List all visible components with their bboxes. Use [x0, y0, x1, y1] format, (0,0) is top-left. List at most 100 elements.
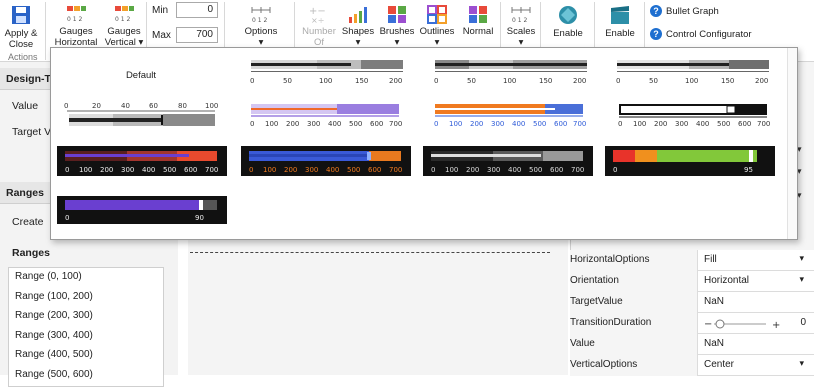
gallery-item-gauge-6[interactable]: 0 100 200 300 400 500 600 700 [247, 102, 407, 130]
tick-label: 700 [573, 120, 586, 128]
list-item[interactable]: Range (200, 300) [9, 307, 163, 327]
options-button[interactable]: 0 1 2 Options ▾ [236, 0, 286, 48]
svg-text:×÷: ×÷ [311, 16, 324, 24]
tick-label: 0 [431, 166, 435, 174]
tick-label: 600 [550, 166, 563, 174]
property-row[interactable]: VerticalOptions Center ▾ [570, 355, 814, 376]
apply-close-button[interactable]: Apply & Close [2, 0, 40, 50]
tick-label: 700 [205, 166, 218, 174]
shapes-button[interactable]: Shapes ▾ [340, 0, 376, 48]
property-row[interactable]: Value NaN [570, 334, 814, 355]
gallery-item-gauge-13[interactable]: 0 90 [57, 196, 227, 224]
list-item[interactable]: Range (100, 200) [9, 288, 163, 308]
tick-label: 50 [283, 77, 292, 85]
tick-label: 40 [121, 102, 130, 110]
svg-text:−: − [704, 319, 712, 330]
tick-label: 600 [368, 166, 381, 174]
gallery-item-gauge-8[interactable]: 0 100 200 300 400 500 600 700 [615, 102, 775, 130]
gallery-item-gauge-3[interactable]: 0 50 100 150 200 [431, 58, 591, 86]
tick-label: 100 [79, 166, 92, 174]
tick-label: 0 [65, 166, 69, 174]
list-item[interactable]: Range (300, 400) [9, 327, 163, 347]
enable-transition-button[interactable]: Enable [600, 0, 640, 39]
tick-label: 700 [389, 166, 402, 174]
tick-label: 400 [328, 120, 341, 128]
scales-button[interactable]: 0 1 2 Scales ▾ [504, 0, 538, 48]
gauge-horizontal-icon: 0 1 2 [67, 6, 86, 23]
gallery-item-gauge-2[interactable]: 0 50 100 150 200 [247, 58, 407, 86]
tick-label: 200 [466, 166, 479, 174]
gallery-item-gauge-7[interactable]: 0 100 200 300 400 500 600 700 [431, 102, 591, 130]
chevron-down-icon[interactable]: ▾ [799, 358, 804, 369]
min-field[interactable]: 0 [176, 2, 218, 18]
shapes-icon [349, 7, 367, 23]
tick-label: 100 [319, 77, 332, 85]
svg-text:0 1 2: 0 1 2 [67, 16, 82, 23]
property-row[interactable]: TargetValue NaN [570, 292, 814, 313]
tick-label: 600 [370, 120, 383, 128]
gauges-vertical-button[interactable]: 0 1 2 Gauges Vertical ▾ [104, 0, 144, 48]
tick-label: 200 [654, 120, 667, 128]
gallery-item-gauge-9[interactable]: 0 100 200 300 400 500 600 700 [57, 146, 227, 176]
scales-icon: 0 1 2 [511, 7, 531, 24]
tick-label: 600 [184, 166, 197, 174]
tick-label: 0 [618, 120, 622, 128]
bullet-graph-link[interactable]: ? Bullet Graph [650, 5, 719, 17]
property-name: TargetValue [570, 296, 623, 307]
tick-label: 150 [721, 77, 734, 85]
chevron-down-icon[interactable]: ▾ [799, 274, 804, 285]
outlines-button[interactable]: Outlines ▾ [418, 0, 456, 48]
actions-group-label: Actions [8, 52, 38, 62]
gallery-item-gauge-5[interactable]: 0 20 40 60 80 100 [63, 100, 223, 130]
plus-minus-icon: +−×÷ [309, 6, 326, 24]
tick-label: 300 [121, 166, 134, 174]
tick-label: 150 [355, 77, 368, 85]
tick-label: 300 [307, 120, 320, 128]
tick-label: 200 [286, 120, 299, 128]
tick-label: 20 [92, 102, 101, 110]
tick-label: 400 [512, 120, 525, 128]
tick-label: 80 [178, 102, 187, 110]
control-configurator-link[interactable]: ? Control Configurator [650, 28, 752, 40]
list-item[interactable]: Range (500, 600) [9, 366, 163, 386]
gauge-vertical-icon: 0 1 2 [115, 6, 134, 23]
tick-label: 0 [434, 77, 438, 85]
enable-animation-button[interactable]: Enable [548, 0, 588, 39]
number-of-button[interactable]: +− ×÷ Number Of [298, 0, 340, 48]
tick-label: 200 [389, 77, 402, 85]
brushes-button[interactable]: Brushes ▾ [378, 0, 416, 48]
help-icon: ? [650, 5, 662, 17]
max-field[interactable]: 700 [176, 27, 218, 43]
list-item[interactable]: Range (400, 500) [9, 346, 163, 366]
ranges-label: Ranges [12, 247, 50, 259]
property-row[interactable]: HorizontalOptions Fill ▾ [570, 250, 814, 271]
gallery-item-gauge-12[interactable]: 0 95 [605, 146, 775, 176]
gallery-scrollbar[interactable] [787, 48, 797, 239]
property-value: NaN [704, 338, 725, 349]
max-label: Max [152, 30, 171, 41]
tick-label: 0 [616, 77, 620, 85]
gallery-item-gauge-10[interactable]: 0 100 200 300 400 500 600 700 [241, 146, 411, 176]
chevron-down-icon[interactable]: ▾ [799, 253, 804, 264]
tick-label: 100 [205, 102, 218, 110]
list-item[interactable]: Range (0, 100) [9, 268, 163, 288]
property-row[interactable]: TransitionDuration − + 0 [570, 313, 814, 334]
tick-label: 500 [717, 120, 730, 128]
property-value: Fill [704, 254, 717, 265]
normal-button[interactable]: Normal [460, 0, 496, 37]
svg-text:0 1 2: 0 1 2 [252, 17, 267, 24]
gallery-item-default[interactable]: Default [57, 54, 225, 94]
clapperboard-icon [611, 6, 629, 24]
gauge-value-label: 95 [744, 166, 753, 174]
tick-label: 100 [263, 166, 276, 174]
tick-label: 200 [284, 166, 297, 174]
gallery-item-gauge-4[interactable]: 0 50 100 150 200 [613, 58, 773, 86]
animation-icon [559, 6, 577, 24]
tick-label: 400 [326, 166, 339, 174]
tick-label: 500 [349, 120, 362, 128]
transition-slider[interactable]: − + [704, 318, 784, 330]
tick-label: 150 [539, 77, 552, 85]
property-row[interactable]: Orientation Horizontal ▾ [570, 271, 814, 292]
gauge-style-gallery: Default 0 50 100 150 200 0 50 100 150 20… [50, 47, 798, 240]
gallery-item-gauge-11[interactable]: 0 100 200 300 400 500 600 700 [423, 146, 593, 176]
